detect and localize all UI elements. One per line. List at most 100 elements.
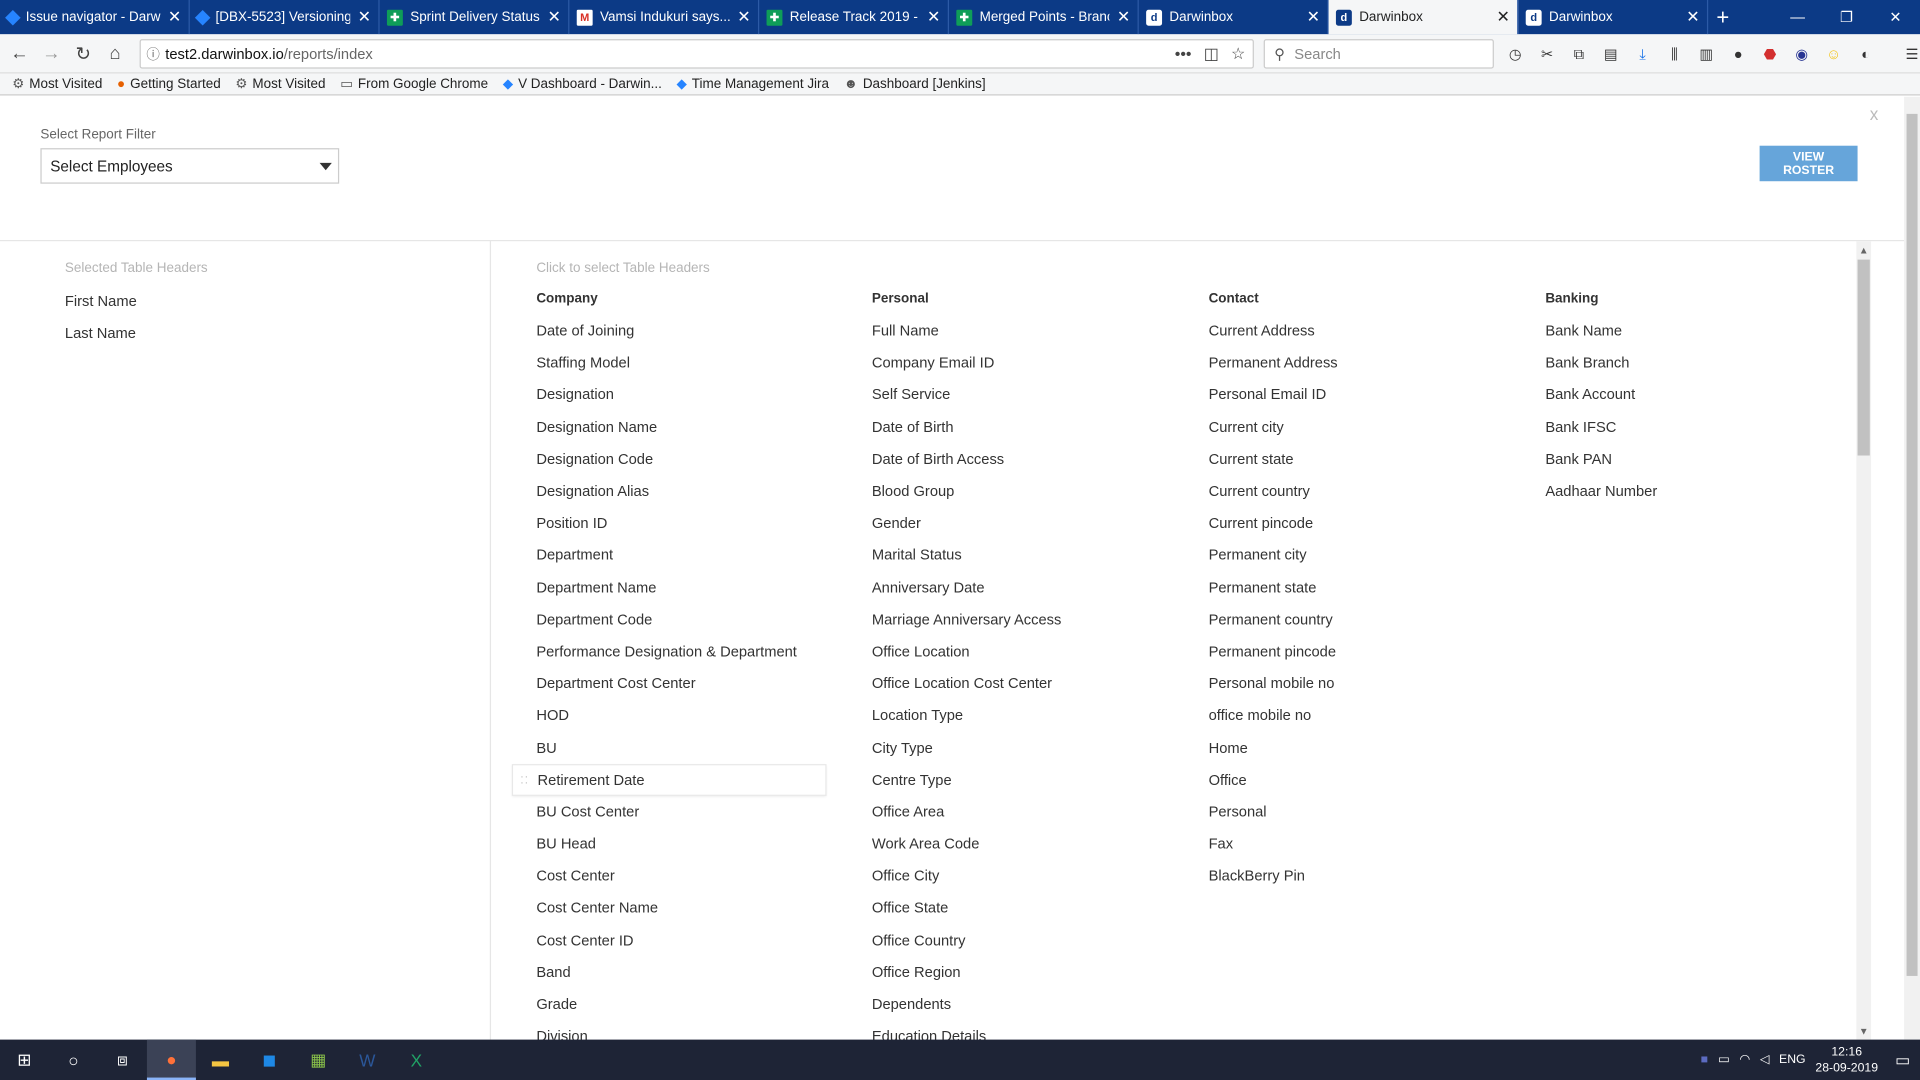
drag-handle-icon[interactable]: ⁚⁚	[520, 775, 529, 786]
header-option[interactable]: Marital Status	[872, 539, 1190, 571]
header-option[interactable]: Bank PAN	[1545, 443, 1863, 475]
header-option[interactable]: ⁚⁚ Retirement Date	[511, 763, 827, 796]
clock[interactable]: 12:16 28-09-2019	[1815, 1044, 1878, 1076]
bookmark-item[interactable]: ● Getting Started	[117, 77, 221, 92]
header-option[interactable]: Position ID	[536, 507, 854, 539]
browser-tab[interactable]: Issue navigator - Darwinbox ✕	[0, 0, 190, 35]
header-option[interactable]: Date of Joining	[536, 315, 854, 347]
excel-icon[interactable]: X	[392, 1040, 441, 1080]
cut-icon[interactable]: ✂	[1536, 42, 1559, 66]
bookmark-item[interactable]: ⚙ Most Visited	[12, 76, 102, 92]
scroll-up-icon[interactable]: ▲	[1856, 242, 1871, 257]
header-option[interactable]: Designation	[536, 379, 854, 411]
home-icon[interactable]: ⌂	[99, 37, 131, 69]
browser-tab[interactable]: ✚ Release Track 2019 - Goo ✕	[759, 0, 949, 35]
battery-icon[interactable]: ▭	[1718, 1053, 1730, 1066]
notepad-icon[interactable]: ▦	[294, 1040, 343, 1080]
file-explorer-icon[interactable]: ▬	[196, 1040, 245, 1080]
firefox-icon[interactable]: ●	[146, 1039, 196, 1080]
browser-tab[interactable]: ✚ Merged Points - Branch ✕	[949, 0, 1139, 35]
back-icon[interactable]: ←	[4, 37, 36, 69]
header-option[interactable]: Centre Type	[872, 764, 1190, 796]
header-option[interactable]: Bank IFSC	[1545, 411, 1863, 443]
close-icon[interactable]: ✕	[1307, 7, 1320, 27]
header-option[interactable]: Permanent city	[1209, 539, 1527, 571]
close-window-icon[interactable]: ✕	[1871, 0, 1920, 34]
header-option[interactable]: Aadhaar Number	[1545, 475, 1863, 507]
header-option[interactable]: Full Name	[872, 315, 1190, 347]
header-option[interactable]: Permanent state	[1209, 571, 1527, 603]
tray-app-icon[interactable]: ■	[1701, 1053, 1708, 1066]
windows-start-icon[interactable]: ⊞	[0, 1040, 49, 1080]
header-option[interactable]: BU Head	[536, 828, 854, 860]
new-tab-button[interactable]: +	[1708, 0, 1737, 34]
header-option[interactable]: Personal	[1209, 796, 1527, 828]
url-bar[interactable]: ⓘ test2.darwinbox.io/reports/index ••• ◫ ☆	[139, 39, 1254, 69]
bookmark-item[interactable]: ☻ Dashboard [Jenkins]	[844, 77, 986, 92]
header-option[interactable]: City Type	[872, 732, 1190, 764]
restore-icon[interactable]: ❐	[1822, 0, 1871, 34]
header-option[interactable]: Work Area Code	[872, 828, 1190, 860]
header-option[interactable]: Staffing Model	[536, 347, 854, 379]
header-option[interactable]: Home	[1209, 732, 1527, 764]
header-option[interactable]: Office	[1209, 764, 1527, 796]
header-option[interactable]: Office Country	[872, 924, 1190, 956]
header-option[interactable]: Current pincode	[1209, 507, 1527, 539]
browser-tab[interactable]: [DBX-5523] Versioning fo ✕	[190, 0, 380, 35]
close-icon[interactable]: ✕	[1496, 7, 1509, 27]
pocket-icon[interactable]: ◫	[1204, 44, 1219, 64]
header-option[interactable]: Band	[536, 956, 854, 988]
task-view-icon[interactable]: ⧈	[98, 1040, 147, 1080]
close-icon[interactable]: ✕	[1686, 7, 1699, 27]
page-scrollbar[interactable]	[1904, 96, 1920, 1040]
header-option[interactable]: Permanent Address	[1209, 347, 1527, 379]
header-option[interactable]: Date of Birth	[872, 411, 1190, 443]
header-option[interactable]: office mobile no	[1209, 699, 1527, 731]
adblock-icon[interactable]: ⬣	[1758, 42, 1781, 66]
header-option[interactable]: Designation Code	[536, 443, 854, 475]
header-option[interactable]: Office City	[872, 860, 1190, 892]
header-option[interactable]: Fax	[1209, 828, 1527, 860]
notifications-icon[interactable]: ▭	[1895, 1050, 1910, 1070]
header-option[interactable]: BU	[536, 732, 854, 764]
header-option[interactable]: Department Cost Center	[536, 667, 854, 699]
inner-scrollbar-thumb[interactable]	[1857, 259, 1870, 456]
header-option[interactable]: Cost Center Name	[536, 892, 854, 924]
browser-tab[interactable]: ✚ Sprint Delivery Status - G ✕	[380, 0, 570, 35]
header-option[interactable]: HOD	[536, 699, 854, 731]
bookmark-star-icon[interactable]: ☆	[1231, 44, 1245, 64]
header-option[interactable]: Date of Birth Access	[872, 443, 1190, 475]
header-option[interactable]: BlackBerry Pin	[1209, 860, 1527, 892]
view-roster-button[interactable]: VIEW ROSTER	[1759, 145, 1858, 182]
header-option[interactable]: Department Code	[536, 603, 854, 635]
header-option[interactable]: Current state	[1209, 443, 1527, 475]
header-option[interactable]: Designation Name	[536, 411, 854, 443]
header-option[interactable]: Performance Designation & Department	[536, 635, 854, 667]
header-option[interactable]: BU Cost Center	[536, 796, 854, 828]
header-option[interactable]: Bank Name	[1545, 315, 1863, 347]
header-option[interactable]: Grade	[536, 988, 854, 1020]
header-option[interactable]: Blood Group	[872, 475, 1190, 507]
dark-extension-icon[interactable]: ◐	[1854, 42, 1877, 66]
header-option[interactable]: Department	[536, 539, 854, 571]
history-icon[interactable]: ◷	[1504, 42, 1527, 66]
header-option[interactable]: Department Name	[536, 571, 854, 603]
browser-tab[interactable]: d Darwinbox ✕	[1518, 0, 1709, 35]
more-actions-icon[interactable]: •••	[1175, 44, 1192, 64]
header-option[interactable]: Marriage Anniversary Access	[872, 603, 1190, 635]
close-icon[interactable]: ✕	[1117, 7, 1130, 27]
volume-icon[interactable]: ◁	[1760, 1053, 1769, 1066]
cortana-icon[interactable]: ○	[49, 1040, 98, 1080]
header-option[interactable]: Current Address	[1209, 315, 1527, 347]
header-option[interactable]: Cost Center	[536, 860, 854, 892]
extension-icon[interactable]: ◉	[1790, 42, 1813, 66]
header-option[interactable]: Gender	[872, 507, 1190, 539]
bookmark-item[interactable]: ◆ Time Management Jira	[677, 76, 830, 92]
header-option[interactable]: Bank Account	[1545, 379, 1863, 411]
header-option[interactable]: Current country	[1209, 475, 1527, 507]
library-icon[interactable]: ⫼	[1663, 42, 1686, 66]
header-option[interactable]: Location Type	[872, 699, 1190, 731]
clipboard-icon[interactable]: ▤	[1599, 42, 1622, 66]
browser-tab[interactable]: M Vamsi Indukuri says... ✕	[569, 0, 760, 35]
close-icon[interactable]: ✕	[927, 7, 940, 27]
